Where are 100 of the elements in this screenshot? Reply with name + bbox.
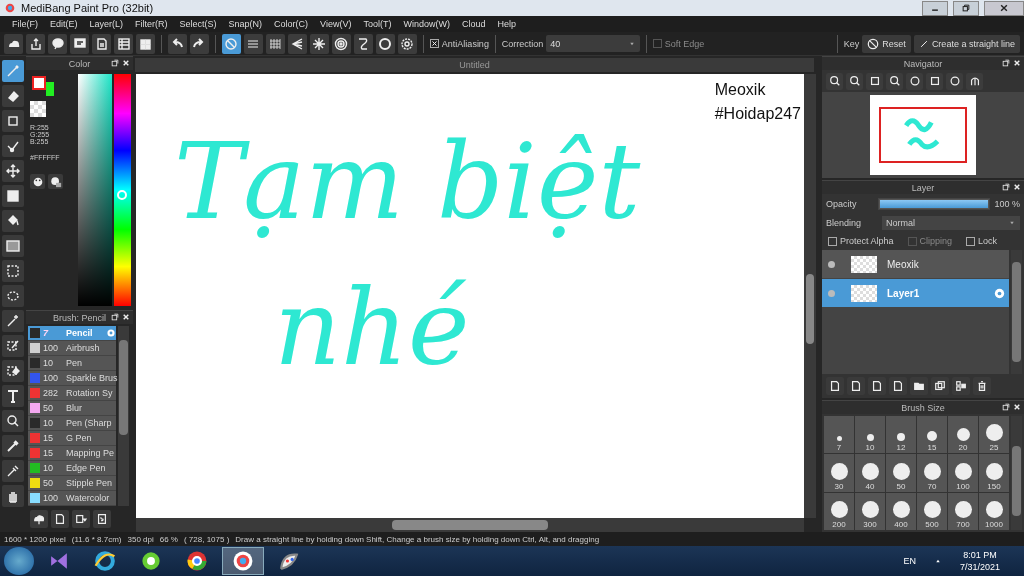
navigator-button[interactable] <box>926 72 943 90</box>
brush-size-option[interactable]: 1000 <box>979 492 1009 530</box>
palette-button[interactable] <box>48 174 63 189</box>
brush-size-option[interactable]: 10 <box>855 416 885 454</box>
brush-list-item[interactable]: 100 Watercolor <box>28 491 116 506</box>
minimize-button[interactable] <box>922 0 948 16</box>
undock-icon[interactable] <box>111 313 119 321</box>
layer-button[interactable] <box>847 377 865 395</box>
visibility-dot[interactable] <box>828 289 835 297</box>
background-color-swatch[interactable] <box>46 82 54 96</box>
toolbar-button[interactable] <box>4 33 23 54</box>
menu-item[interactable]: File(F) <box>6 19 44 29</box>
close-icon[interactable] <box>1013 59 1021 67</box>
taskbar-app[interactable] <box>222 547 264 575</box>
tool-button[interactable] <box>2 360 24 382</box>
document-tab[interactable]: Untitled <box>135 58 814 72</box>
brush-panel-button[interactable] <box>93 510 111 528</box>
brush-size-option[interactable]: 400 <box>886 492 916 530</box>
brush-size-option[interactable]: 70 <box>917 454 947 492</box>
layer-item[interactable]: Layer1 <box>822 279 1009 308</box>
start-button[interactable] <box>4 547 34 575</box>
undock-icon[interactable] <box>1002 403 1010 411</box>
snap-button[interactable] <box>265 33 285 54</box>
snap-button[interactable] <box>221 33 241 54</box>
menu-item[interactable]: Color(C) <box>268 19 315 29</box>
layer-item[interactable]: Meoxik <box>822 250 1009 279</box>
brush-panel-button[interactable] <box>51 510 69 528</box>
brush-size-option[interactable]: 20 <box>948 416 978 454</box>
tool-button[interactable] <box>2 160 24 182</box>
layer-button[interactable] <box>910 377 928 395</box>
vertical-scrollbar[interactable] <box>804 74 816 518</box>
menu-item[interactable]: Window(W) <box>397 19 456 29</box>
brush-list-item[interactable]: 10 Pen <box>28 356 116 371</box>
undock-icon[interactable] <box>111 59 119 67</box>
brush-size-option[interactable]: 7 <box>824 416 854 454</box>
navigator-button[interactable] <box>906 72 923 90</box>
toolbar-button[interactable] <box>26 33 45 54</box>
navigator-button[interactable] <box>866 72 883 90</box>
navigator-button[interactable] <box>886 72 903 90</box>
tool-button[interactable] <box>2 485 24 507</box>
tool-button[interactable] <box>2 135 24 157</box>
navigator-button[interactable] <box>966 72 983 90</box>
close-icon[interactable] <box>122 313 130 321</box>
brush-list-item[interactable]: 15 Mapping Pe <box>28 446 116 461</box>
horizontal-scrollbar[interactable] <box>136 518 804 532</box>
scrollbar[interactable] <box>118 326 129 506</box>
toolbar-button[interactable] <box>114 33 133 54</box>
layer-button[interactable] <box>952 377 970 395</box>
scrollbar[interactable] <box>1011 416 1022 530</box>
reset-button[interactable]: Reset <box>862 34 911 53</box>
tool-button[interactable] <box>2 85 24 107</box>
straight-line-button[interactable]: Create a straight line <box>913 34 1020 53</box>
brush-list-item[interactable]: 100 Airbrush <box>28 341 116 356</box>
snap-button[interactable] <box>353 33 373 54</box>
snap-button[interactable] <box>375 33 395 54</box>
brush-list-item[interactable]: 15 G Pen <box>28 431 116 446</box>
brush-panel-button[interactable] <box>72 510 90 528</box>
menu-item[interactable]: Cloud <box>455 19 492 29</box>
brush-size-option[interactable]: 150 <box>979 454 1009 492</box>
snap-button[interactable] <box>397 33 417 54</box>
transparent-swatch[interactable] <box>30 101 46 117</box>
checkbox[interactable] <box>828 236 837 246</box>
restore-button[interactable] <box>953 0 979 16</box>
drawing-canvas[interactable]: Meoxik #Hoidap247 Tạm biệt nhé <box>136 74 804 518</box>
brush-size-option[interactable]: 50 <box>886 454 916 492</box>
layer-button[interactable] <box>889 377 907 395</box>
brush-size-option[interactable]: 300 <box>855 492 885 530</box>
tool-button[interactable] <box>2 235 24 257</box>
brush-list-item[interactable]: 282 Rotation Sy <box>28 386 116 401</box>
tool-button[interactable] <box>2 385 24 407</box>
close-icon[interactable] <box>1013 403 1021 411</box>
hue-slider-thumb[interactable] <box>117 189 127 200</box>
gear-icon[interactable] <box>993 286 1006 300</box>
tool-button[interactable] <box>2 410 24 432</box>
brush-list-item[interactable]: 10 Edge Pen <box>28 461 116 476</box>
brush-size-option[interactable]: 12 <box>886 416 916 454</box>
brush-size-option[interactable]: 25 <box>979 416 1009 454</box>
brush-list-item[interactable]: 7 Pencil <box>28 326 116 341</box>
brush-list-item[interactable]: 50 Blur <box>28 401 116 416</box>
toolbar-button[interactable] <box>167 33 187 54</box>
menu-item[interactable]: Help <box>491 19 522 29</box>
layer-button[interactable] <box>826 377 844 395</box>
toolbar-button[interactable] <box>92 33 111 54</box>
snap-button[interactable] <box>287 33 307 54</box>
close-icon[interactable] <box>122 59 130 67</box>
brush-size-option[interactable]: 100 <box>948 454 978 492</box>
tool-button[interactable] <box>2 460 24 482</box>
scrollbar[interactable] <box>1011 250 1022 374</box>
language-indicator[interactable]: EN <box>903 556 916 566</box>
checkbox[interactable] <box>429 39 439 48</box>
navigator-thumbnail[interactable] <box>870 95 976 175</box>
tool-button[interactable] <box>2 310 24 332</box>
saturation-value-picker[interactable] <box>78 74 112 306</box>
tool-button[interactable] <box>2 335 24 357</box>
snap-button[interactable] <box>331 33 351 54</box>
tool-button[interactable] <box>2 260 24 282</box>
menu-item[interactable]: Snap(N) <box>222 19 269 29</box>
brush-list-item[interactable]: 10 Pen (Sharp <box>28 416 116 431</box>
menu-item[interactable]: Filter(R) <box>129 19 174 29</box>
brush-size-option[interactable]: 40 <box>855 454 885 492</box>
